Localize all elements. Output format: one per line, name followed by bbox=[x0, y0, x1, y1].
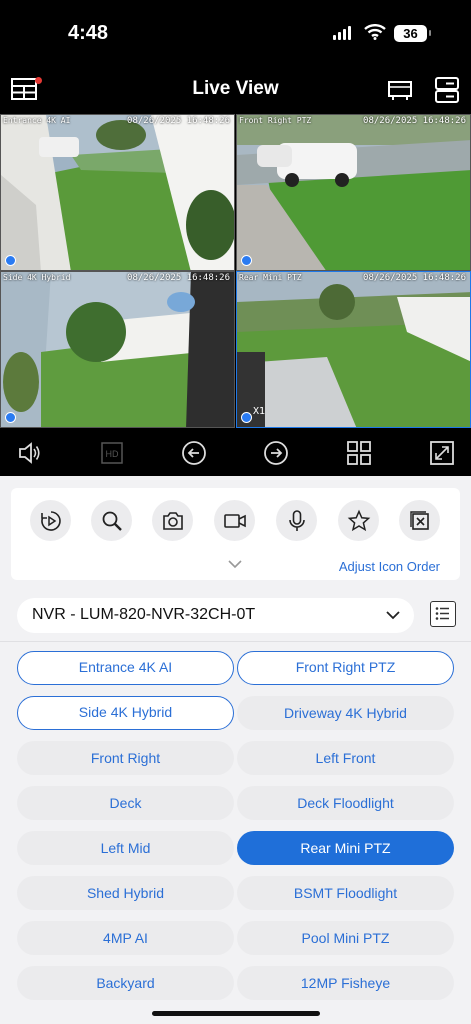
camera-button[interactable]: 12MP Fisheye bbox=[237, 966, 454, 1000]
camera-button[interactable]: Entrance 4K AI bbox=[17, 651, 234, 685]
camera-button[interactable]: Rear Mini PTZ bbox=[237, 831, 454, 865]
camera-name-label: Rear Mini PTZ bbox=[239, 273, 302, 282]
battery-icon: 36 bbox=[394, 25, 427, 42]
record-button[interactable] bbox=[214, 500, 255, 541]
chevron-down-icon bbox=[386, 611, 400, 620]
camera-button[interactable]: 4MP AI bbox=[17, 921, 234, 955]
camera-button[interactable]: Shed Hybrid bbox=[17, 876, 234, 910]
nav-bar: Live View bbox=[0, 66, 471, 114]
tool-panel: Adjust Icon Order bbox=[11, 488, 460, 580]
playback-button[interactable] bbox=[30, 500, 71, 541]
grid-layout-icon[interactable] bbox=[346, 440, 372, 466]
server-icon[interactable] bbox=[434, 76, 460, 104]
favorite-icon bbox=[347, 509, 370, 531]
camera-button[interactable]: Pool Mini PTZ bbox=[237, 921, 454, 955]
camera-name-label: Entrance 4K AI bbox=[3, 116, 71, 125]
camera-button[interactable]: Backyard bbox=[17, 966, 234, 1000]
camera-button[interactable]: Front Right bbox=[17, 741, 234, 775]
camera-tile-2[interactable]: Front Right PTZ 08/26/2025 16:48:26 bbox=[236, 114, 471, 271]
battery-cap bbox=[429, 30, 431, 36]
nvr-device-icon[interactable] bbox=[387, 78, 413, 102]
divider bbox=[0, 641, 471, 642]
camera-grid: Entrance 4K AI 08/26/2025 16:48:26 Front… bbox=[0, 114, 471, 428]
hd-icon[interactable]: HD bbox=[101, 442, 123, 464]
camera-status-dot bbox=[241, 412, 252, 423]
camera-status-dot bbox=[241, 255, 252, 266]
zoom-level: X1 bbox=[253, 406, 266, 417]
live-view-header-area: 4:48 36 Live View Entrance 4K AI 08/26/2… bbox=[0, 0, 471, 476]
camera-button[interactable]: Front Right PTZ bbox=[237, 651, 454, 685]
camera-tile-3[interactable]: Side 4K Hybrid 08/26/2025 16:48:26 bbox=[0, 271, 235, 428]
microphone-button[interactable] bbox=[276, 500, 317, 541]
playback-icon bbox=[40, 510, 61, 531]
nvr-selector[interactable]: NVR - LUM-820-NVR-32CH-0T bbox=[17, 598, 414, 633]
camera-timestamp: 08/26/2025 16:48:26 bbox=[127, 273, 230, 283]
chevron-down-icon[interactable] bbox=[228, 559, 242, 569]
status-time: 4:48 bbox=[68, 22, 109, 44]
camera-feed-2 bbox=[237, 115, 470, 270]
home-indicator bbox=[152, 1011, 320, 1016]
camera-feed-3 bbox=[1, 272, 234, 427]
camera-button[interactable]: Deck bbox=[17, 786, 234, 820]
camera-button[interactable]: Side 4K Hybrid bbox=[17, 696, 234, 730]
playback-controls: HD bbox=[0, 428, 471, 476]
camera-status-dot bbox=[5, 255, 16, 266]
camera-feed-4 bbox=[237, 272, 470, 427]
camera-timestamp: 08/26/2025 16:48:26 bbox=[363, 273, 466, 283]
status-bar: 4:48 36 bbox=[0, 0, 471, 60]
camera-button[interactable]: BSMT Floodlight bbox=[237, 876, 454, 910]
camera-list-button[interactable] bbox=[430, 601, 456, 627]
camera-button[interactable]: Left Mid bbox=[17, 831, 234, 865]
search-button[interactable] bbox=[91, 500, 132, 541]
record-icon bbox=[223, 513, 246, 528]
camera-button[interactable]: Deck Floodlight bbox=[237, 786, 454, 820]
adjust-icon-order-link[interactable]: Adjust Icon Order bbox=[339, 559, 440, 574]
hd-label: HD bbox=[106, 449, 119, 459]
camera-name-label: Front Right PTZ bbox=[239, 116, 312, 125]
camera-timestamp: 08/26/2025 16:48:26 bbox=[127, 116, 230, 126]
speaker-icon[interactable] bbox=[16, 440, 42, 466]
snapshot-icon bbox=[162, 511, 183, 530]
search-icon bbox=[102, 511, 122, 531]
cellular-signal-icon bbox=[333, 26, 351, 40]
prev-icon[interactable] bbox=[181, 440, 207, 466]
camera-tile-4[interactable]: Rear Mini PTZ 08/26/2025 16:48:26 X1 bbox=[236, 271, 471, 428]
nvr-selected-value: NVR - LUM-820-NVR-32CH-0T bbox=[32, 606, 256, 623]
camera-tile-1[interactable]: Entrance 4K AI 08/26/2025 16:48:26 bbox=[0, 114, 235, 271]
microphone-icon bbox=[288, 509, 305, 531]
wifi-icon bbox=[364, 24, 386, 40]
next-icon[interactable] bbox=[263, 440, 289, 466]
camera-button[interactable]: Driveway 4K Hybrid bbox=[237, 696, 454, 730]
snapshot-button[interactable] bbox=[152, 500, 193, 541]
fullscreen-icon[interactable] bbox=[429, 440, 455, 466]
camera-feed-1 bbox=[1, 115, 234, 270]
camera-button[interactable]: Left Front bbox=[237, 741, 454, 775]
camera-name-label: Side 4K Hybrid bbox=[3, 273, 71, 282]
list-icon bbox=[435, 607, 449, 620]
favorite-button[interactable] bbox=[338, 500, 379, 541]
camera-status-dot bbox=[5, 412, 16, 423]
close-all-icon bbox=[409, 510, 429, 530]
close-all-button[interactable] bbox=[399, 500, 440, 541]
camera-timestamp: 08/26/2025 16:48:26 bbox=[363, 116, 466, 126]
